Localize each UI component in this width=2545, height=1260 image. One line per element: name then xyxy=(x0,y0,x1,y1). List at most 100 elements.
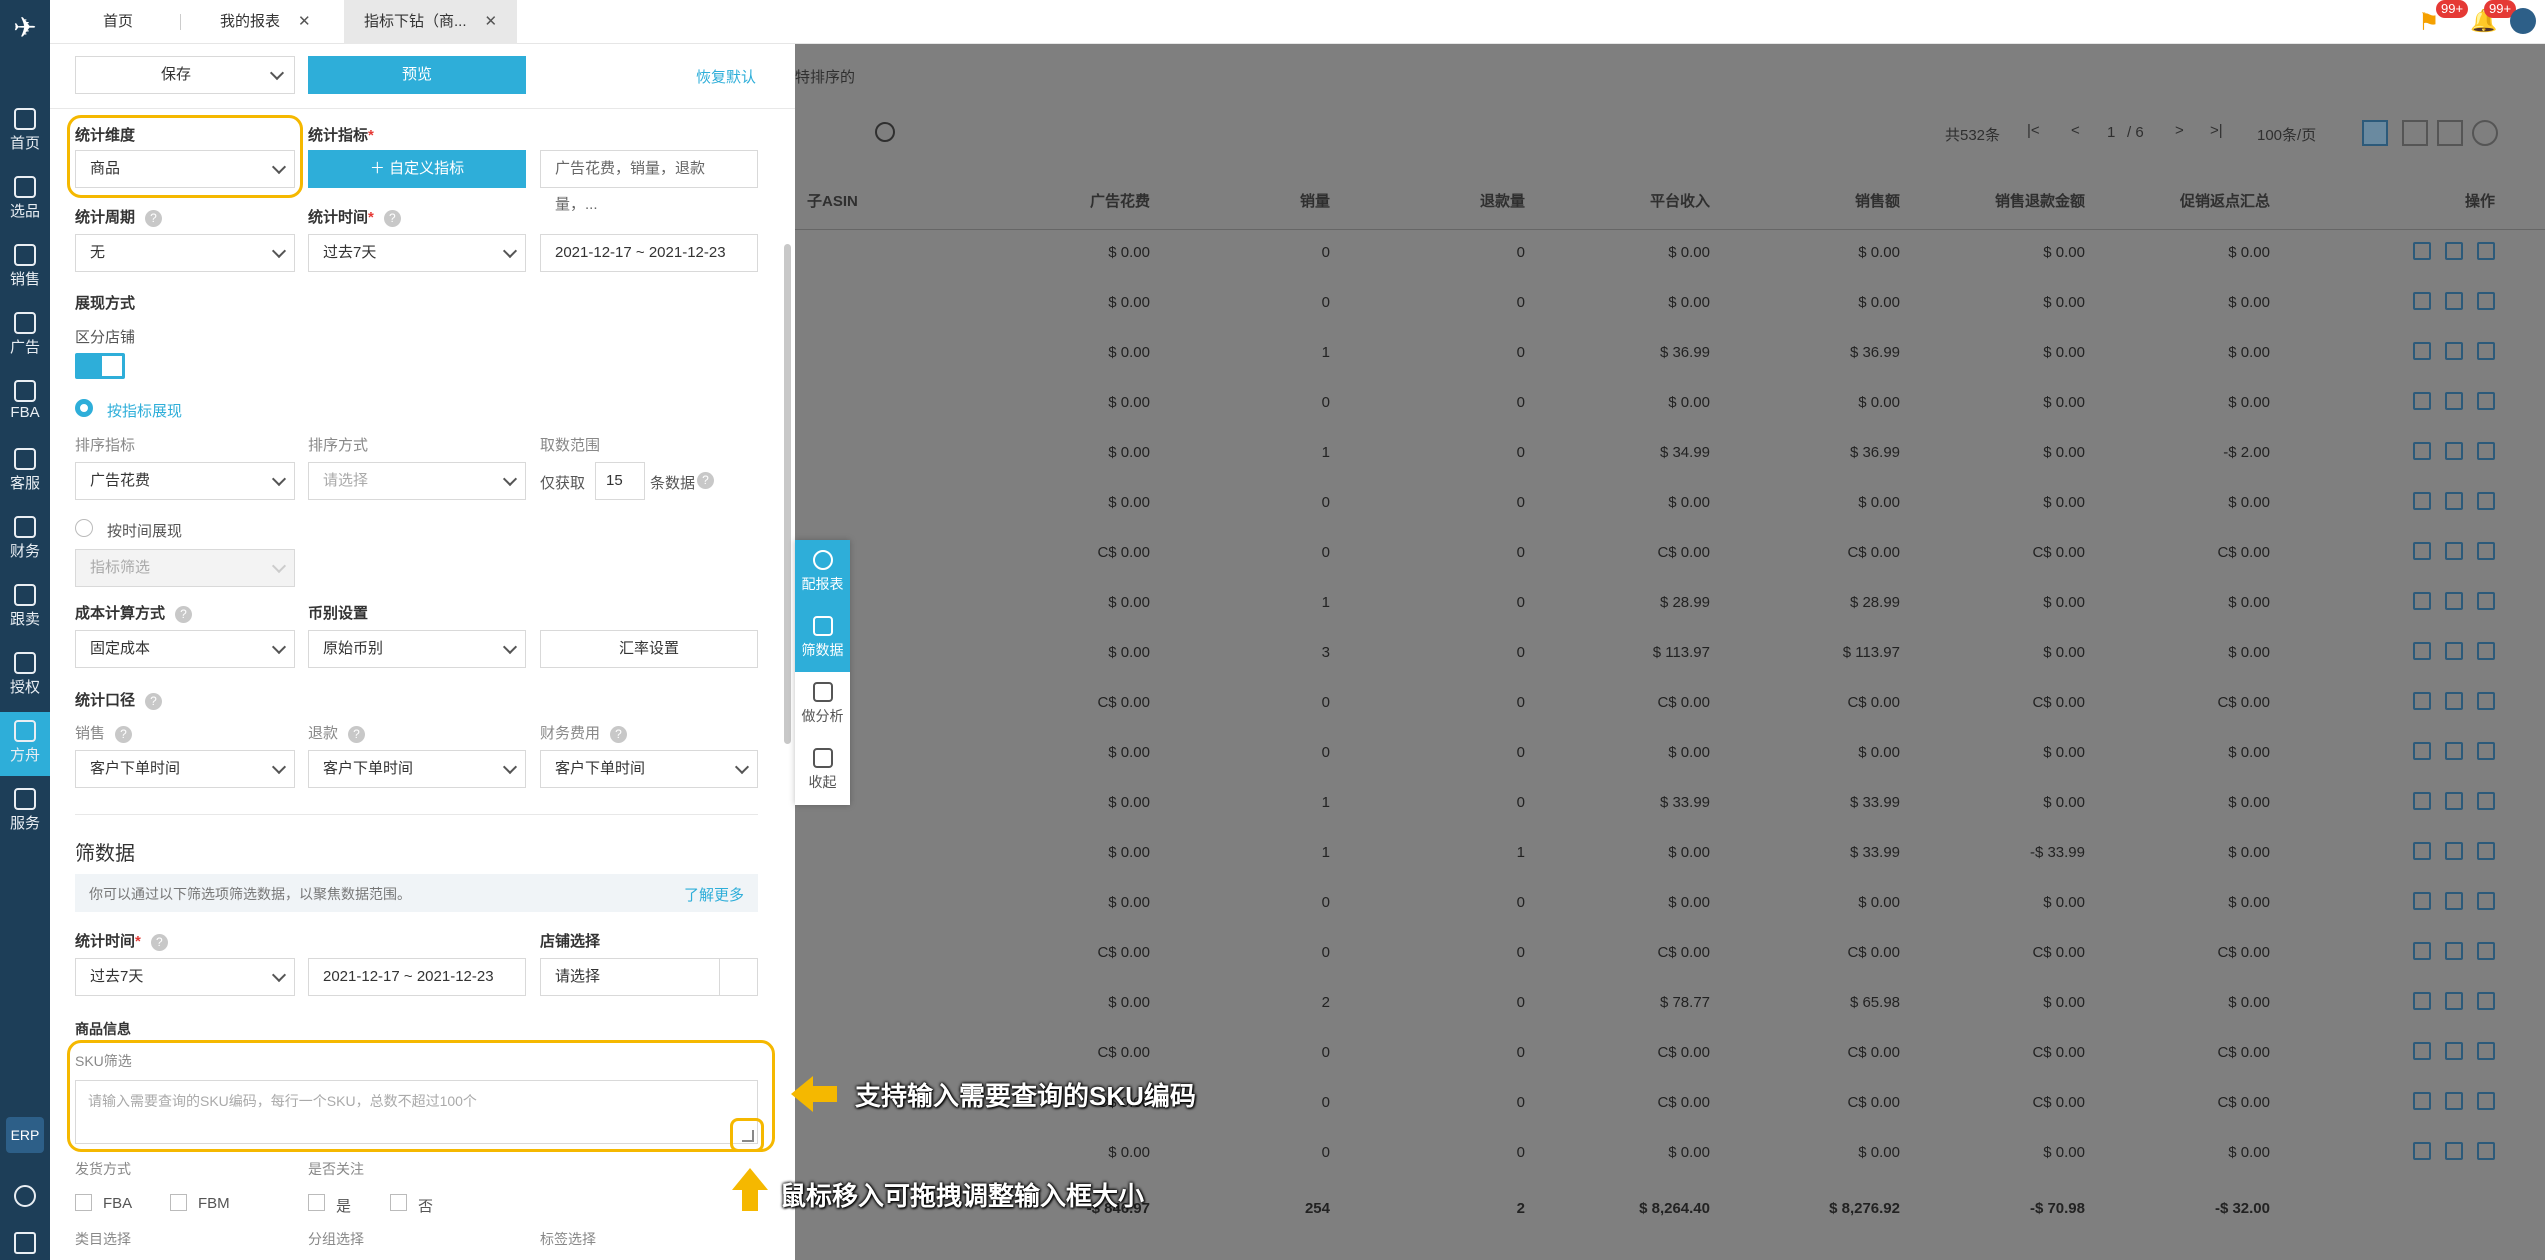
search-icon[interactable] xyxy=(875,122,895,142)
panel-scrollbar[interactable] xyxy=(784,244,791,744)
by-time-label[interactable]: 按时间展现 xyxy=(107,520,182,541)
stat-time-select[interactable]: 过去7天 xyxy=(308,234,526,272)
help-icon[interactable]: ? xyxy=(697,472,714,489)
column-header[interactable]: 平台收入 xyxy=(1560,190,1710,211)
stat-period-select[interactable]: 无 xyxy=(75,234,295,272)
avatar[interactable] xyxy=(2510,8,2536,34)
trend-icon[interactable] xyxy=(2445,942,2463,960)
refund-scope-select[interactable]: 客户下单时间 xyxy=(308,750,526,788)
help-icon[interactable]: ? xyxy=(145,692,163,710)
tab-metric-drill[interactable]: 指标下钻（商... ✕ xyxy=(344,0,518,44)
by-time-radio[interactable] xyxy=(75,519,93,537)
trend-icon[interactable] xyxy=(2445,742,2463,760)
rail-item-ark[interactable]: 方舟 xyxy=(0,712,50,776)
help-icon[interactable] xyxy=(14,1185,36,1207)
column-header[interactable]: 子ASIN xyxy=(807,190,858,211)
detail-icon[interactable] xyxy=(2413,242,2431,260)
chart-icon[interactable] xyxy=(2477,742,2495,760)
by-metric-label[interactable]: 按指标展现 xyxy=(107,400,182,421)
fbm-checkbox[interactable] xyxy=(170,1194,187,1211)
sales-scope-select[interactable]: 客户下单时间 xyxy=(75,750,295,788)
page-last-button[interactable]: >| xyxy=(2210,122,2223,139)
detail-icon[interactable] xyxy=(2413,1042,2431,1060)
store-select[interactable]: 请选择 xyxy=(540,958,758,996)
config-report-tool[interactable]: 配报表 xyxy=(795,540,850,606)
trend-icon[interactable] xyxy=(2445,342,2463,360)
help-icon[interactable]: ? xyxy=(175,605,193,623)
trend-icon[interactable] xyxy=(2445,692,2463,710)
sort-order-select[interactable]: 请选择 xyxy=(308,462,526,500)
rail-item-auth[interactable]: 授权 xyxy=(0,644,50,708)
cost-method-select[interactable]: 固定成本 xyxy=(75,630,295,668)
page-next-button[interactable]: > xyxy=(2175,122,2184,139)
page-prev-button[interactable]: < xyxy=(2071,122,2080,139)
page-size-select[interactable]: 100条/页 xyxy=(2257,124,2316,145)
preview-button[interactable]: 预览 xyxy=(308,56,526,94)
trend-icon[interactable] xyxy=(2445,1142,2463,1160)
detail-icon[interactable] xyxy=(2413,1092,2431,1110)
column-header[interactable]: 销售额 xyxy=(1750,190,1900,211)
trend-icon[interactable] xyxy=(2445,542,2463,560)
trend-icon[interactable] xyxy=(2445,592,2463,610)
chart-icon[interactable] xyxy=(2477,842,2495,860)
detail-icon[interactable] xyxy=(2413,292,2431,310)
detail-icon[interactable] xyxy=(2413,942,2431,960)
chart-icon[interactable] xyxy=(2477,242,2495,260)
rail-item-ads[interactable]: 广告 xyxy=(0,304,50,368)
chart-icon[interactable] xyxy=(2477,692,2495,710)
by-metric-radio[interactable] xyxy=(75,399,93,417)
filter-date-range-picker[interactable]: 2021-12-17 ~ 2021-12-23 xyxy=(308,958,526,996)
metric-summary-field[interactable]: 广告花费，销量，退款量，... xyxy=(540,150,758,213)
page-current[interactable]: 1 xyxy=(2107,124,2115,141)
chart-icon[interactable] xyxy=(2477,442,2495,460)
fx-setting-button[interactable]: 汇率设置 xyxy=(540,630,758,668)
trend-icon[interactable] xyxy=(2445,842,2463,860)
filter-data-tool[interactable]: 筛数据 xyxy=(795,606,850,672)
trend-icon[interactable] xyxy=(2445,892,2463,910)
trend-icon[interactable] xyxy=(2445,992,2463,1010)
custom-metric-button[interactable]: ＋ 自定义指标 xyxy=(308,150,526,188)
trend-icon[interactable] xyxy=(2445,642,2463,660)
detail-icon[interactable] xyxy=(2413,692,2431,710)
help-icon[interactable]: ? xyxy=(145,209,163,227)
follow-no-checkbox[interactable] xyxy=(390,1194,407,1211)
erp-button[interactable]: ERP xyxy=(6,1117,44,1153)
detail-icon[interactable] xyxy=(2413,392,2431,410)
chart-icon[interactable] xyxy=(2477,542,2495,560)
learn-more-link[interactable]: 了解更多 xyxy=(684,884,744,905)
help-icon[interactable]: ? xyxy=(150,933,168,951)
date-range-picker[interactable]: 2021-12-17 ~ 2021-12-23 xyxy=(540,234,758,272)
chart-icon[interactable] xyxy=(2477,792,2495,810)
rail-item-finance[interactable]: 财务 xyxy=(0,508,50,572)
take-count-input[interactable]: 15 xyxy=(595,462,645,500)
chart-icon[interactable] xyxy=(2477,892,2495,910)
column-header[interactable]: 广告花费 xyxy=(1000,190,1150,211)
filter-time-select[interactable]: 过去7天 xyxy=(75,958,295,996)
trend-icon[interactable] xyxy=(2445,242,2463,260)
rail-item-services[interactable]: 服务 xyxy=(0,780,50,844)
detail-icon[interactable] xyxy=(2413,542,2431,560)
detail-icon[interactable] xyxy=(2413,992,2431,1010)
app-logo-icon[interactable]: ✈ xyxy=(9,12,41,44)
detail-icon[interactable] xyxy=(2413,742,2431,760)
bar-chart-icon[interactable] xyxy=(2437,120,2463,146)
rail-item-follow-sell[interactable]: 跟卖 xyxy=(0,576,50,640)
follow-yes-checkbox[interactable] xyxy=(308,1194,325,1211)
chart-icon[interactable] xyxy=(2477,392,2495,410)
tab-home[interactable]: 首页 xyxy=(83,0,153,44)
chart-icon[interactable] xyxy=(2477,1042,2495,1060)
collapse-tool[interactable]: 收起 xyxy=(795,738,850,804)
chart-icon[interactable] xyxy=(2477,942,2495,960)
trend-icon[interactable] xyxy=(2445,292,2463,310)
column-header[interactable]: 退款量 xyxy=(1375,190,1525,211)
chart-icon[interactable] xyxy=(2477,1142,2495,1160)
help-icon[interactable]: ? xyxy=(115,725,133,743)
chart-icon[interactable] xyxy=(2477,1092,2495,1110)
table-view-icon[interactable] xyxy=(2362,120,2388,146)
column-header[interactable]: 促销返点汇总 xyxy=(2120,190,2270,211)
reset-default-link[interactable]: 恢复默认 xyxy=(696,66,756,87)
help-icon[interactable]: ? xyxy=(383,209,401,227)
rail-item-fba[interactable]: FBA xyxy=(0,372,50,436)
page-first-button[interactable]: |< xyxy=(2027,122,2040,139)
pie-chart-icon[interactable] xyxy=(2472,120,2498,146)
